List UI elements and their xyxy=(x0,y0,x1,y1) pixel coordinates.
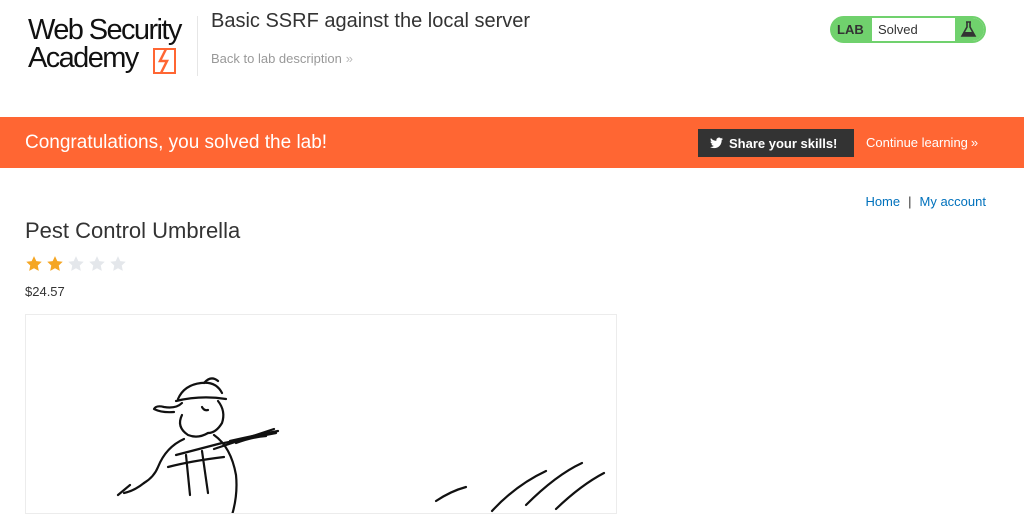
logo-divider xyxy=(197,16,198,76)
lab-status-text: Solved xyxy=(878,22,918,37)
page-header: Web Security Academy Basic SSRF against … xyxy=(0,0,1024,117)
product-price: $24.57 xyxy=(25,284,65,299)
star-filled-icon xyxy=(26,256,42,271)
product-image xyxy=(25,314,617,514)
congratulations-message: Congratulations, you solved the lab! xyxy=(25,132,328,153)
logo-line-2: Academy xyxy=(28,42,139,74)
lab-tag: LAB xyxy=(837,22,864,37)
lightning-icon xyxy=(153,48,176,74)
flask-icon xyxy=(960,21,977,37)
solved-banner: Congratulations, you solved the lab! Sha… xyxy=(0,117,1024,168)
continue-learning-link[interactable]: Continue learning» xyxy=(866,135,978,150)
lab-status-widget: LAB Solved xyxy=(830,16,986,43)
product-title: Pest Control Umbrella xyxy=(25,218,241,243)
nav-my-account-link[interactable]: My account xyxy=(920,194,986,209)
back-to-lab-description-link[interactable]: Back to lab description» xyxy=(211,51,353,66)
back-link-label: Back to lab description xyxy=(211,51,342,66)
rating-stars xyxy=(25,255,130,275)
continue-learning-label: Continue learning xyxy=(866,135,968,150)
flask-badge xyxy=(955,18,984,41)
star-empty-icon xyxy=(110,256,126,271)
lab-title: Basic SSRF against the local server xyxy=(211,10,531,32)
web-security-academy-logo[interactable]: Web Security Academy xyxy=(26,14,196,78)
star-empty-icon xyxy=(68,256,84,271)
share-your-skills-button[interactable]: Share your skills! xyxy=(698,129,854,157)
star-empty-icon xyxy=(89,256,105,271)
chevron-right-icon: » xyxy=(345,51,354,66)
star-filled-icon xyxy=(47,256,63,271)
nav-home-link[interactable]: Home xyxy=(865,194,900,209)
logo-line-1: Web Security xyxy=(28,14,182,46)
umbrella-man-illustration xyxy=(116,377,606,513)
twitter-icon xyxy=(710,137,723,149)
nav-separator: | xyxy=(908,194,912,209)
status-panel: Solved xyxy=(872,18,984,41)
chevron-right-icon: » xyxy=(970,135,979,150)
share-button-label: Share your skills! xyxy=(729,136,838,151)
top-nav: Home | My account xyxy=(865,194,986,209)
